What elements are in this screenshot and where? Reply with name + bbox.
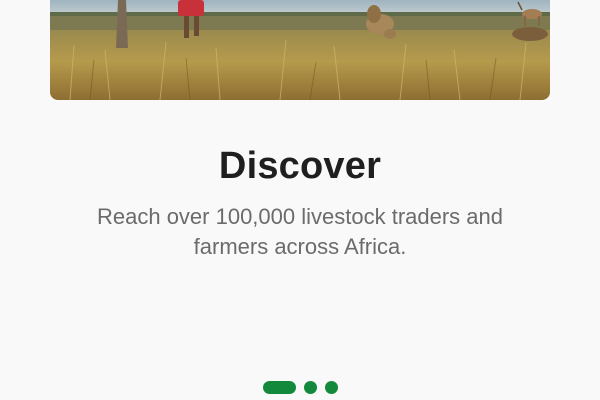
- page-indicator-dot-active[interactable]: [262, 381, 296, 394]
- hero-image: [50, 0, 550, 100]
- page-indicator-dot[interactable]: [324, 381, 338, 394]
- page-indicator-dot[interactable]: [303, 381, 317, 394]
- page-description: Reach over 100,000 livestock traders and…: [96, 204, 503, 259]
- page-indicator: [0, 381, 600, 394]
- onboarding-screen: Discover Reach over 100,000 livestock tr…: [0, 0, 600, 400]
- page-title: Discover: [218, 145, 382, 187]
